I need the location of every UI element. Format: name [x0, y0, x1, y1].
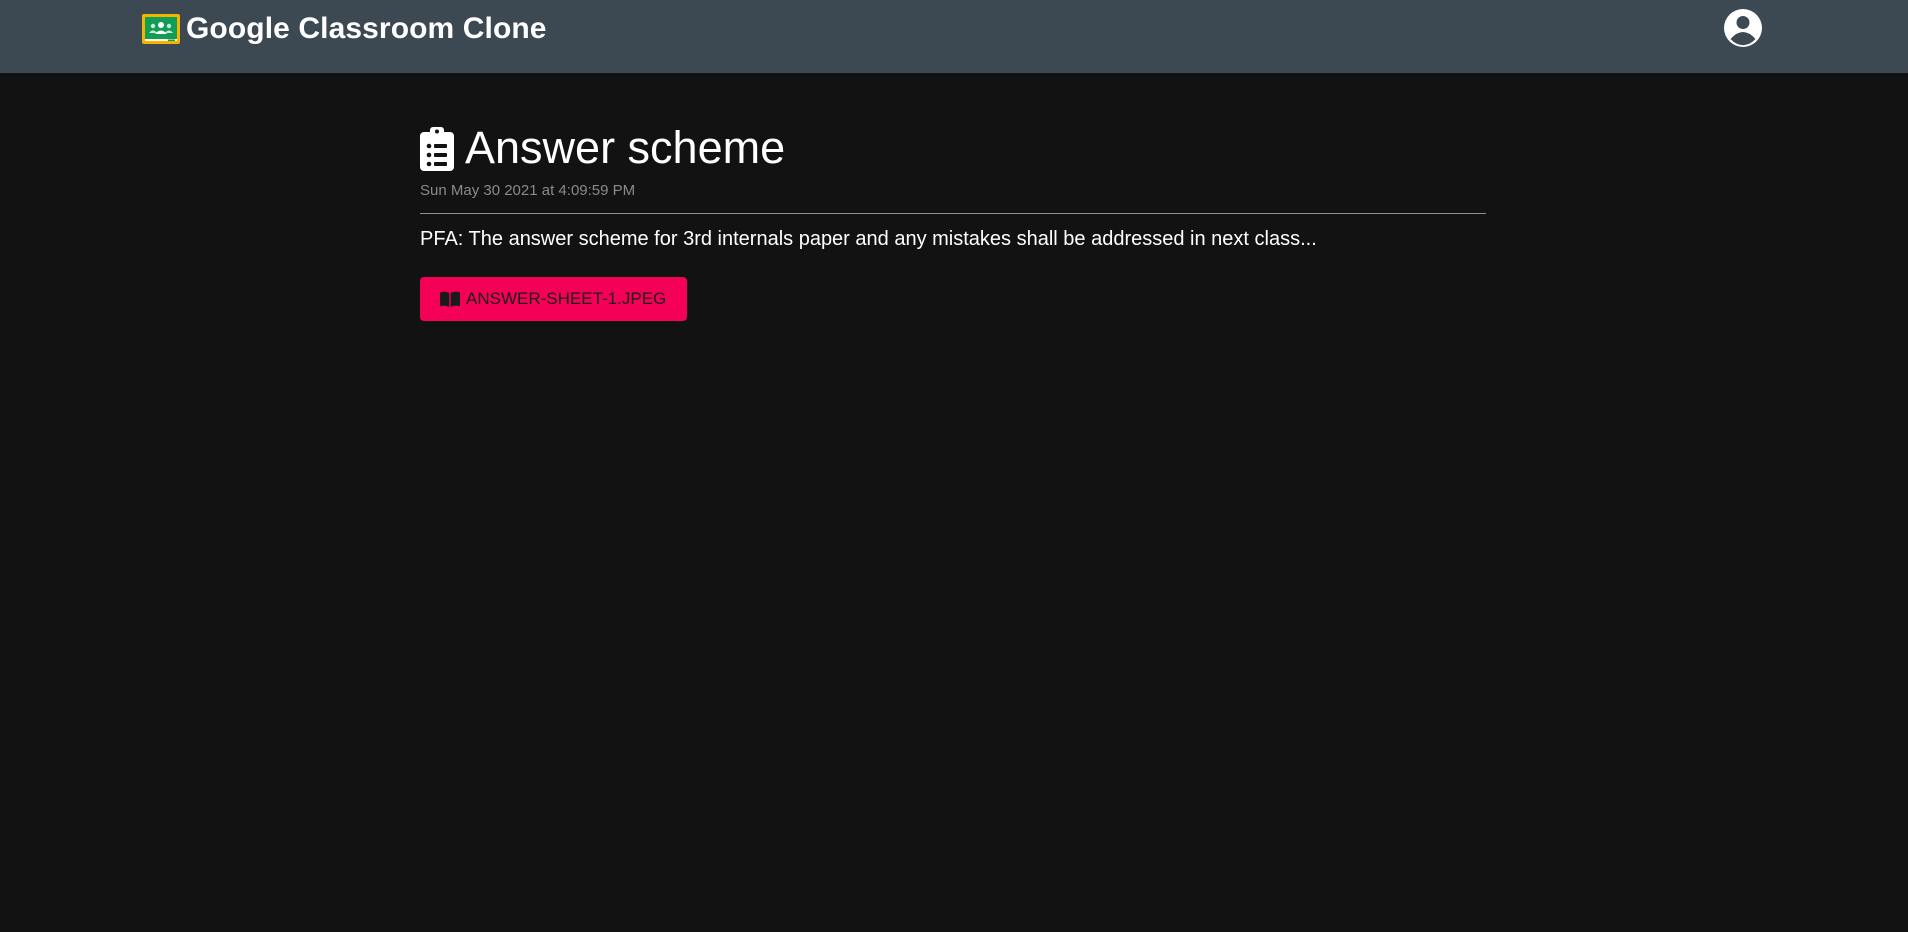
brand[interactable]: Google Classroom Clone — [142, 12, 547, 46]
post-description: PFA: The answer scheme for 3rd internals… — [420, 228, 1317, 250]
attachment-label: ANSWER-SHEET-1.JPEG — [466, 289, 667, 308]
attachment-button[interactable]: ANSWER-SHEET-1.JPEG — [420, 277, 687, 321]
clipboard-list-icon — [420, 127, 454, 171]
top-navbar: Google Classroom Clone — [0, 0, 1908, 73]
account-button[interactable] — [1723, 8, 1763, 48]
google-classroom-logo-icon — [142, 14, 180, 44]
post-timestamp: Sun May 30 2021 at 4:09:59 PM — [420, 182, 636, 199]
divider — [420, 213, 1486, 214]
book-open-icon — [440, 291, 460, 307]
brand-title: Google Classroom Clone — [186, 12, 547, 45]
post-content: Answer scheme Sun May 30 2021 at 4:09:59… — [420, 120, 1486, 321]
account-circle-icon — [1724, 9, 1762, 47]
post-header: Answer scheme — [420, 120, 1486, 176]
post-title: Answer scheme — [465, 122, 786, 173]
